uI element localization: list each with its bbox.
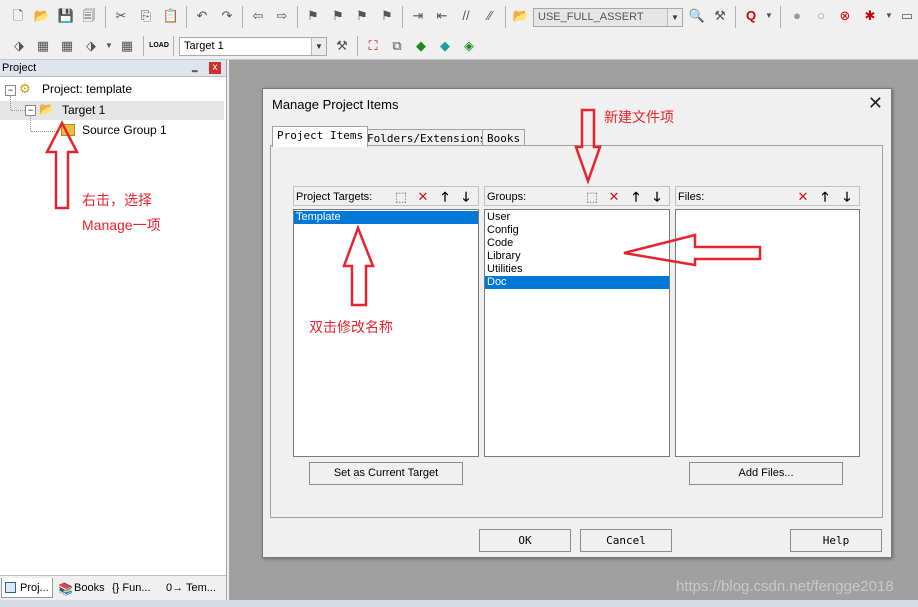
tab-project-items[interactable]: Project Items [272,126,369,147]
arrow-down-new [574,108,602,185]
arrow-up-target [44,120,80,210]
annotation-right-click-line2: Manage一项 [82,217,161,233]
annotation-new-file: 新建文件项 [604,109,674,125]
annotation-rename: 双击修改名称 [309,319,393,335]
watermark: https://blog.csdn.net/fengge2018 [676,578,894,595]
arrow-up-template [342,224,375,307]
annotation-arrows [44,108,762,307]
annotation-right-click-line1: 右击，选择 [82,192,152,208]
arrow-left-groups [623,233,762,267]
